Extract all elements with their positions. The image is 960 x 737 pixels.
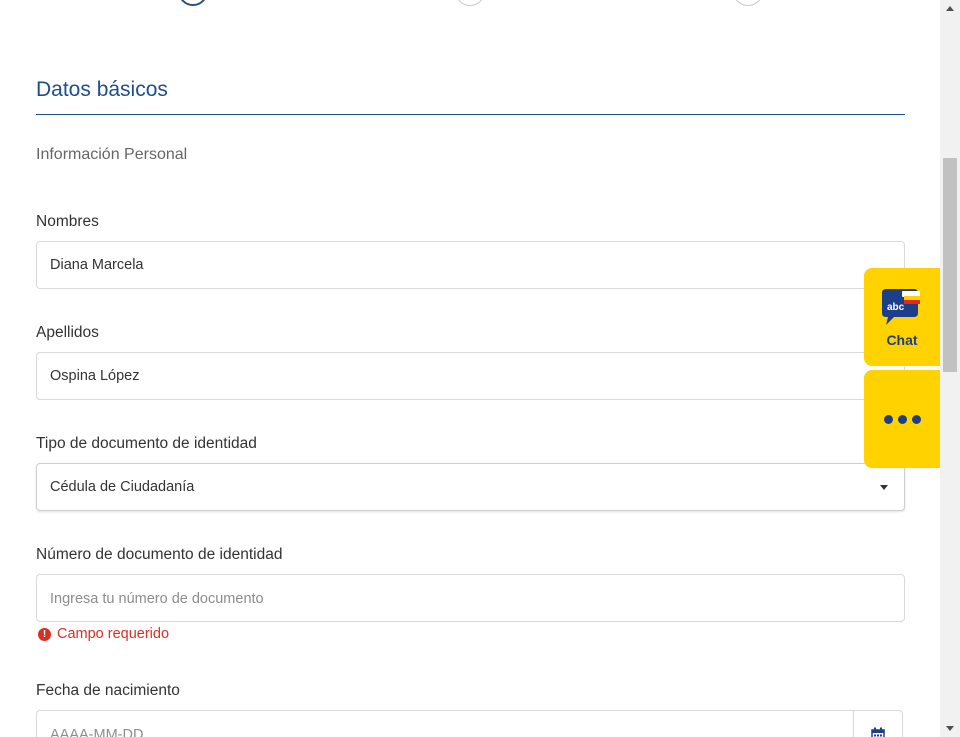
apellidos-label: Apellidos [36,324,99,341]
apellidos-field[interactable]: Ospina López [36,352,905,400]
subsection-title: Información Personal [36,146,188,163]
error-text: Campo requerido [57,626,170,642]
more-dots-icon [884,415,921,424]
vertical-scrollbar[interactable] [940,0,960,737]
chat-logo-icon: abc [882,289,920,325]
error-icon: ! [38,627,51,641]
tipo-documento-label: Tipo de documento de identidad [36,435,257,452]
calendar-button[interactable] [853,711,902,737]
chat-label: Chat [886,332,918,348]
numero-documento-error: ! Campo requerido [38,626,169,642]
more-options-button[interactable] [864,370,940,468]
section-title: Datos básicos [36,78,168,101]
tipo-documento-value: Cédula de Ciudadanía [50,479,195,495]
numero-documento-label: Número de documento de identidad [36,546,283,563]
section-divider [36,114,905,115]
caret-down-icon [880,485,888,490]
fecha-nacimiento-label: Fecha de nacimiento [36,682,180,699]
step-indicator-1[interactable] [178,0,208,6]
scrollbar-thumb[interactable] [943,158,957,372]
tipo-documento-select[interactable]: Cédula de Ciudadanía [36,463,905,511]
chat-logo-text: abc [887,302,905,313]
scroll-down-arrow[interactable] [940,720,960,737]
fecha-nacimiento-placeholder: AAAA-MM-DD [50,727,144,737]
fecha-nacimiento-input[interactable]: AAAA-MM-DD [36,710,903,737]
numero-documento-placeholder: Ingresa tu número de documento [50,591,264,607]
apellidos-value: Ospina López [50,368,140,384]
chat-widget-button[interactable]: abc Chat [864,268,940,366]
main-content: Datos básicos Información Personal Nombr… [0,0,940,737]
step-indicator-2[interactable] [455,0,485,6]
nombres-label: Nombres [36,213,99,230]
scroll-up-arrow[interactable] [940,0,960,17]
step-indicator-3[interactable] [733,0,763,6]
nombres-field[interactable]: Diana Marcela [36,241,905,289]
nombres-value: Diana Marcela [50,257,144,273]
numero-documento-input[interactable]: Ingresa tu número de documento [36,574,905,622]
calendar-icon [871,727,885,737]
